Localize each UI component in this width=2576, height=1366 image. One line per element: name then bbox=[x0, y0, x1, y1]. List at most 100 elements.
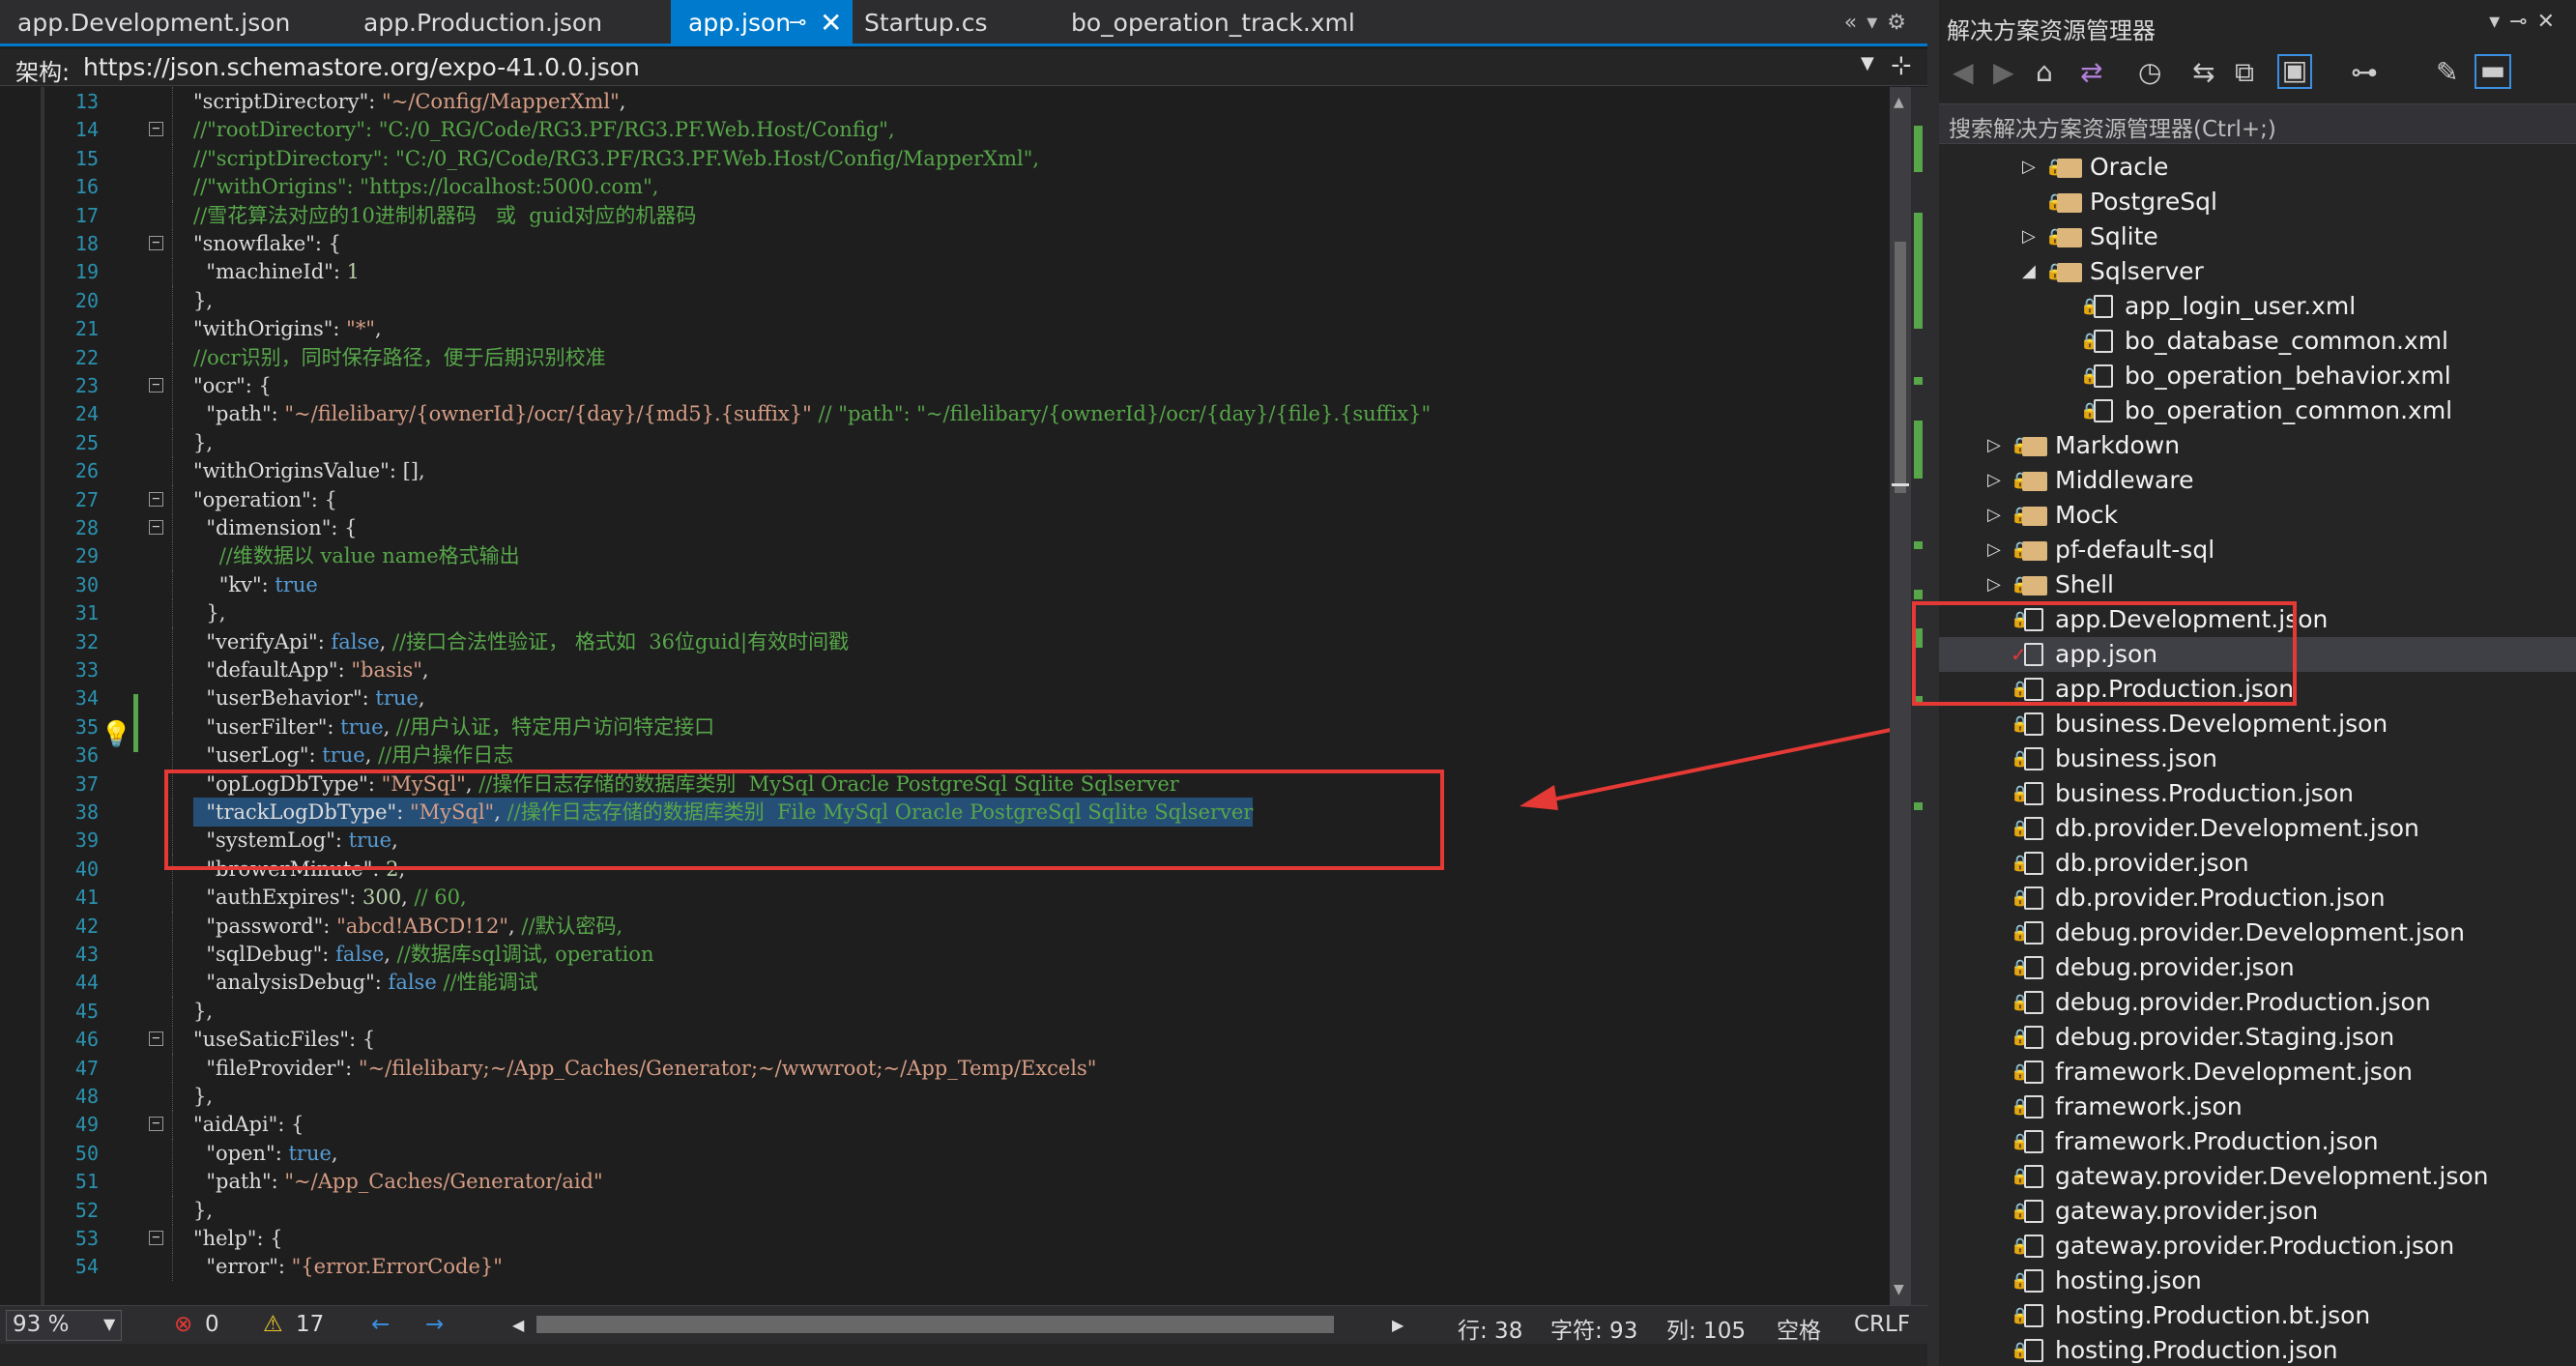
warning-count[interactable]: 17 bbox=[296, 1312, 324, 1337]
code-line[interactable]: 17 //雪花算法对应的10进制机器码 或 guid对应的机器码 bbox=[0, 200, 1890, 230]
close-icon[interactable]: ✕ bbox=[820, 0, 842, 46]
code-line[interactable]: 47 "fileProvider": "~/filelibary;~/App_C… bbox=[0, 1053, 1890, 1083]
code-line[interactable]: 24 "path": "~/filelibary/{ownerId}/ocr/{… bbox=[0, 399, 1890, 429]
tree-item-shell[interactable]: ▷ 🔒 Shell bbox=[1939, 567, 2576, 602]
gear-icon[interactable]: ⚙ bbox=[1887, 11, 1916, 35]
expand-icon[interactable]: ▷ bbox=[2022, 150, 2036, 185]
code-line[interactable]: 52}, bbox=[0, 1195, 1890, 1225]
code-line[interactable]: 49 − "aidApi": { bbox=[0, 1110, 1890, 1140]
tree-item-framework-development-json[interactable]: 🔒 framework.Development.json bbox=[1939, 1055, 2576, 1090]
tree-item-gateway-provider-production-json[interactable]: 🔒 gateway.provider.Production.json bbox=[1939, 1229, 2576, 1264]
pin-icon[interactable]: ⊸ bbox=[789, 0, 806, 46]
tree-item-gateway-provider-json[interactable]: 🔒 gateway.provider.json bbox=[1939, 1194, 2576, 1229]
error-count[interactable]: 0 bbox=[205, 1312, 219, 1337]
tab-app-json[interactable]: app.json ⊸ ✕ bbox=[671, 0, 853, 46]
tree-item-db-provider-json[interactable]: 🔒 db.provider.json bbox=[1939, 846, 2576, 881]
warning-icon[interactable]: ⚠ bbox=[263, 1312, 283, 1337]
code-line[interactable]: 18 − "snowflake": { bbox=[0, 229, 1890, 258]
code-line[interactable]: 29 //维数据以 value name格式输出 bbox=[0, 541, 1890, 571]
code-line[interactable]: 32 "verifyApi": false, //接口合法性验证， 格式如 36… bbox=[0, 626, 1890, 656]
back-icon[interactable]: ◀ bbox=[1953, 56, 1974, 88]
code-line[interactable]: 15 //"scriptDirectory": "C:/0_RG/Code/RG3… bbox=[0, 143, 1890, 173]
tab-startup-cs[interactable]: Startup.cs bbox=[847, 0, 1059, 46]
navigate-forward-icon[interactable]: → bbox=[425, 1312, 444, 1337]
line-ending-indicator[interactable]: CRLF bbox=[1854, 1312, 1910, 1337]
tree-item-debug-provider-staging-json[interactable]: 🔒 debug.provider.Staging.json bbox=[1939, 1020, 2576, 1055]
tab-app-production-json[interactable]: app.Production.json bbox=[346, 0, 670, 46]
code-line[interactable]: 33 "defaultApp": "basis", bbox=[0, 655, 1890, 684]
pending-changes-icon[interactable]: ◷ bbox=[2138, 56, 2161, 88]
code-line[interactable]: 43 "sqlDebug": false, //数据库sql调试, operat… bbox=[0, 940, 1890, 969]
tab-app-development-json[interactable]: app.Development.json bbox=[0, 0, 360, 46]
collapse-icon[interactable]: − bbox=[149, 520, 163, 535]
lightbulb-icon[interactable]: 💡 bbox=[101, 720, 131, 749]
chevron-down-icon[interactable]: ▼ bbox=[1861, 53, 1874, 73]
code-line[interactable]: 30 "kv": true bbox=[0, 569, 1890, 599]
expand-icon[interactable]: ▷ bbox=[2022, 219, 2036, 254]
home-icon[interactable]: ⌂ bbox=[2036, 56, 2053, 88]
code-line[interactable]: 54 "error": "{error.ErrorCode}" bbox=[0, 1252, 1890, 1282]
tree-item-oracle[interactable]: ▷ 🔒 Oracle bbox=[1939, 150, 2576, 185]
code-line[interactable]: 34 "userBehavior": true, bbox=[0, 683, 1890, 713]
tree-item-hosting-json[interactable]: 🔒 hosting.json bbox=[1939, 1264, 2576, 1298]
expand-icon[interactable]: ▷ bbox=[1987, 533, 2001, 567]
dropdown-icon[interactable]: ▾ bbox=[2489, 10, 2509, 34]
tab-overflow-controls[interactable]: «▾⚙ bbox=[1844, 0, 1916, 46]
whitespace-indicator[interactable]: 空格 bbox=[1777, 1312, 1821, 1345]
tree-item-business-production-json[interactable]: 🔒 business.Production.json bbox=[1939, 776, 2576, 811]
tree-item-hosting-production-json[interactable]: 🔒 hosting.Production.json bbox=[1939, 1333, 2576, 1366]
code-line[interactable]: 19 "machineId": 1 bbox=[0, 257, 1890, 287]
tree-item-debug-provider-production-json[interactable]: 🔒 debug.provider.Production.json bbox=[1939, 985, 2576, 1020]
collapse-icon[interactable]: − bbox=[149, 491, 163, 507]
tree-item-middleware[interactable]: ▷ 🔒 Middleware bbox=[1939, 463, 2576, 498]
scroll-left-icon[interactable]: ◀ bbox=[512, 1316, 524, 1334]
code-line[interactable]: 28 − "dimension": { bbox=[0, 513, 1890, 542]
horizontal-scrollbar-thumb[interactable] bbox=[536, 1316, 1334, 1333]
code-line[interactable]: 21 "withOrigins": "*", bbox=[0, 314, 1890, 344]
code-line[interactable]: 20}, bbox=[0, 285, 1890, 315]
vertical-scrollbar[interactable]: ▲ ▼ bbox=[1890, 87, 1911, 1305]
code-line[interactable]: 25}, bbox=[0, 427, 1890, 457]
code-line[interactable]: 50 "open": true, bbox=[0, 1138, 1890, 1168]
tree-item-debug-provider-json[interactable]: 🔒 debug.provider.json bbox=[1939, 950, 2576, 985]
scrollbar-thumb[interactable] bbox=[1895, 242, 1906, 493]
tree-item-markdown[interactable]: ▷ 🔒 Markdown bbox=[1939, 428, 2576, 463]
tree-item-debug-provider-development-json[interactable]: 🔒 debug.provider.Development.json bbox=[1939, 916, 2576, 950]
tree-item-db-provider-production-json[interactable]: 🔒 db.provider.Production.json bbox=[1939, 881, 2576, 916]
collapse-icon[interactable]: − bbox=[149, 1032, 163, 1047]
sync-icon[interactable]: ⇆ bbox=[2192, 56, 2214, 88]
code-line[interactable]: 51 "path": "~/App_Caches/Generator/aid" bbox=[0, 1167, 1890, 1197]
collapse-icon[interactable]: − bbox=[149, 378, 163, 392]
code-line[interactable]: 41 "authExpires": 300, // 60, bbox=[0, 883, 1890, 913]
collapse-icon[interactable]: − bbox=[149, 1231, 163, 1245]
dropdown-icon[interactable]: ▾ bbox=[1867, 11, 1887, 35]
tree-item-app-login-user-xml[interactable]: 🔒 app_login_user.xml bbox=[1939, 289, 2576, 324]
switch-views-icon[interactable]: ⇄ bbox=[2080, 56, 2102, 88]
code-line[interactable]: 42 "password": "abcd!ABCD!12", //默认密码, bbox=[0, 911, 1890, 941]
tree-item-framework-json[interactable]: 🔒 framework.json bbox=[1939, 1090, 2576, 1124]
preview-icon[interactable]: ▬ bbox=[2475, 54, 2511, 89]
code-line[interactable]: 22 //ocr识别，同时保存路径，便于后期识别校准 bbox=[0, 342, 1890, 372]
code-line[interactable]: 48}, bbox=[0, 1082, 1890, 1111]
expanded-icon[interactable]: ◢ bbox=[2022, 254, 2036, 289]
schema-url[interactable]: https://json.schemastore.org/expo-41.0.0… bbox=[83, 53, 640, 81]
code-line[interactable]: 23 − "ocr": { bbox=[0, 371, 1890, 400]
tree-item-bo-operation-behavior-xml[interactable]: 🔒 bo_operation_behavior.xml bbox=[1939, 359, 2576, 393]
collapse-icon[interactable]: − bbox=[149, 122, 163, 137]
solution-search-input[interactable]: 搜索解决方案资源管理器(Ctrl+;) bbox=[1939, 103, 2576, 144]
scroll-up-icon[interactable]: ▲ bbox=[1894, 95, 1904, 110]
tree-item-bo-database-common-xml[interactable]: 🔒 bo_database_common.xml bbox=[1939, 324, 2576, 359]
close-icon[interactable]: ✕ bbox=[2537, 10, 2564, 34]
tree-item-business-json[interactable]: 🔒 business.json bbox=[1939, 741, 2576, 776]
split-window-icon[interactable]: ⊹ bbox=[1891, 51, 1912, 80]
scroll-down-icon[interactable]: ▼ bbox=[1894, 1282, 1904, 1297]
zoom-selector[interactable]: 93 % ▼ bbox=[6, 1310, 122, 1341]
filter-icon[interactable]: ⊶ bbox=[2351, 56, 2378, 88]
tab-bo-operation-track-xml[interactable]: bo_operation_track.xml bbox=[1054, 0, 1382, 46]
collapse-icon[interactable]: − bbox=[149, 236, 163, 250]
tree-item-framework-production-json[interactable]: 🔒 framework.Production.json bbox=[1939, 1124, 2576, 1159]
tree-item-sqlserver[interactable]: ◢ 🔒 Sqlserver bbox=[1939, 254, 2576, 289]
code-line[interactable]: 14 − //"rootDirectory": "C:/0_RG/Code/RG3.… bbox=[0, 115, 1890, 145]
tree-item-db-provider-development-json[interactable]: 🔒 db.provider.Development.json bbox=[1939, 811, 2576, 846]
code-line[interactable]: 31 }, bbox=[0, 598, 1890, 628]
